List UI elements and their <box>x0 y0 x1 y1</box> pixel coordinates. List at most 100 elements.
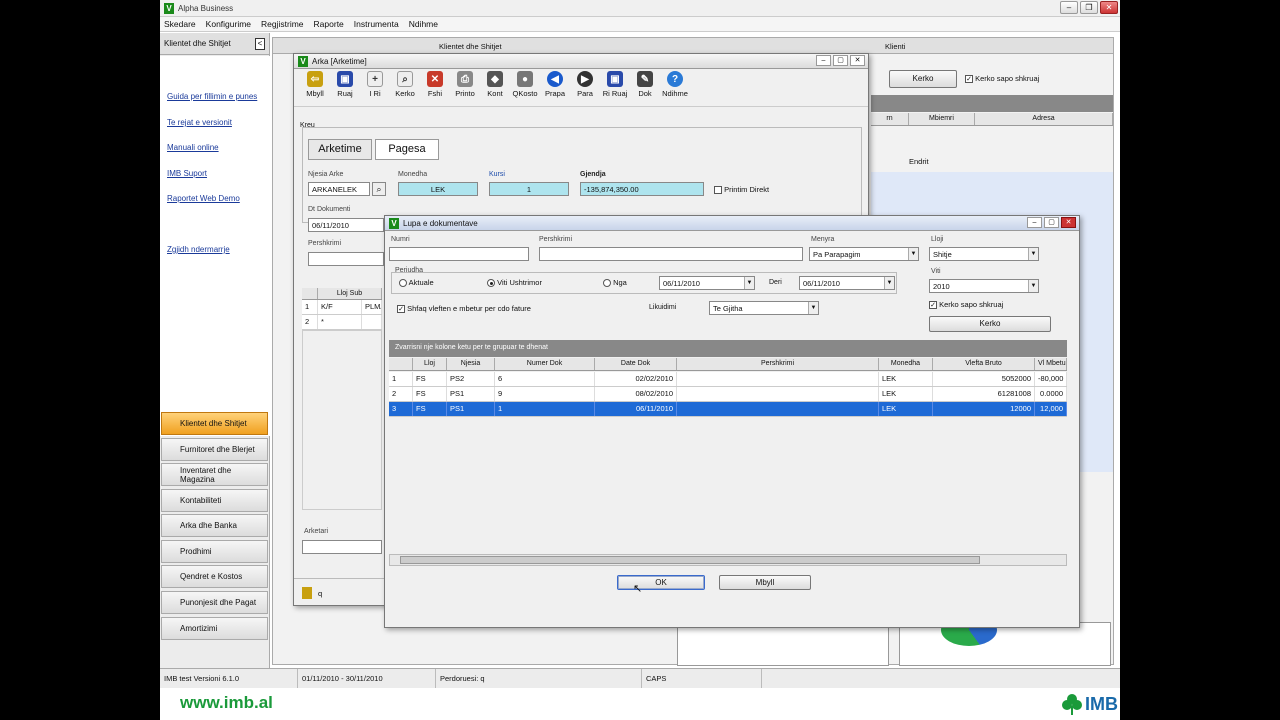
accounting-icon: ◆ <box>487 71 503 87</box>
table-row[interactable]: 3 FS PS1 1 06/11/2010 LEK 12000 12,000 <box>389 402 1067 417</box>
klientet-search-check[interactable]: ✓ Kerko sapo shkruaj <box>965 74 1039 84</box>
arka-close-button[interactable]: ✕ <box>850 55 865 66</box>
menyra-select[interactable]: Pa Parapagim ▼ <box>809 247 919 261</box>
ok-button[interactable]: OK <box>617 575 705 590</box>
col-date-dok[interactable]: Date Dok <box>595 358 677 370</box>
toolbar-ndihme[interactable]: ? Ndihme <box>660 71 690 104</box>
lupa-titlebar: V Lupa e dokumentave – ▢ ✕ <box>385 216 1079 231</box>
toolbar-i-ri[interactable]: + I Ri <box>360 71 390 104</box>
arka-grid-body <box>302 330 382 510</box>
arka-minimize-button[interactable]: – <box>816 55 831 66</box>
scrollbar-thumb[interactable] <box>400 556 980 564</box>
numri-field[interactable] <box>389 247 529 261</box>
nga-date[interactable]: 06/11/2010 ▼ <box>659 276 755 290</box>
viti-select[interactable]: 2010 ▼ <box>929 279 1039 293</box>
toolbar-para[interactable]: ▶ Para <box>570 71 600 104</box>
link-guida[interactable]: Guida per fillimin e punes <box>167 92 257 101</box>
shfaq-vleften-check[interactable]: ✓ Shfaq vleften e mbetur per cdo fature <box>397 304 531 314</box>
tab-arketime[interactable]: Arketime <box>308 139 372 160</box>
toolbar-dok[interactable]: ✎ Dok <box>630 71 660 104</box>
app-titlebar: V Alpha Business – ❐ ✕ <box>160 0 1120 17</box>
maximize-button[interactable]: ❐ <box>1080 1 1098 14</box>
lupa-minimize-button[interactable]: – <box>1027 217 1042 228</box>
nav-kontabiliteti[interactable]: Kontabiliteti <box>161 489 268 512</box>
menu-item-instrumenta[interactable]: Instrumenta <box>354 19 399 29</box>
toolbar-ri-ruaj[interactable]: ▣ Ri Ruaj <box>600 71 630 104</box>
nav-furnitoret[interactable]: Furnitoret dhe Blerjet <box>161 438 268 461</box>
toolbar-mbyll[interactable]: ⇦ Mbyll <box>300 71 330 104</box>
klientet-search-button[interactable]: Kerko <box>889 70 957 88</box>
col-pershkrimi[interactable]: Pershkrimi <box>677 358 879 370</box>
arka-grid-row[interactable]: 2 * <box>302 315 382 330</box>
njesia-search-icon[interactable]: ⌕ <box>372 182 386 196</box>
nav-inventaret[interactable]: Inventaret dhe Magazina <box>161 463 268 486</box>
toolbar-qkosto[interactable]: ● QKosto <box>510 71 540 104</box>
nav-klientet[interactable]: Klientet dhe Shitjet <box>161 412 268 435</box>
link-manuali[interactable]: Manuali online <box>167 143 219 152</box>
group-by-bar[interactable]: Zvarrisni nje kolone ketu per te grupuar… <box>389 340 1067 357</box>
nav-amortizimi[interactable]: Amortizimi <box>161 617 268 640</box>
chevron-down-icon: ▼ <box>884 277 894 289</box>
lupa-close-button[interactable]: ✕ <box>1061 217 1076 228</box>
arka-maximize-button[interactable]: ▢ <box>833 55 848 66</box>
link-zgjidh-ndermarrje[interactable]: Zgjidh ndermarrje <box>167 245 230 254</box>
lloji-select[interactable]: Shitje ▼ <box>929 247 1039 261</box>
dt-dokumenti-label: Dt Dokumenti <box>308 206 351 213</box>
lupa-grid-header: Lloj Njesia Numer Dok Date Dok Pershkrim… <box>389 358 1067 371</box>
menu-item-skedare[interactable]: Skedare <box>164 19 196 29</box>
kursi-field[interactable]: 1 <box>489 182 569 196</box>
nav-prodhimi[interactable]: Prodhimi <box>161 540 268 563</box>
link-te-rejat[interactable]: Te rejat e versionit <box>167 118 232 127</box>
lupa-kerko-button[interactable]: Kerko <box>929 316 1051 332</box>
col-numer-dok[interactable]: Numer Dok <box>495 358 595 370</box>
radio-nga[interactable]: Nga <box>603 278 627 288</box>
lloji-label: Lloji <box>931 236 944 243</box>
pershkrimi-label: Pershkrimi <box>308 240 342 247</box>
menu-item-raporte[interactable]: Raporte <box>314 19 344 29</box>
col-vlefta-bruto[interactable]: Vlefta Bruto <box>933 358 1035 370</box>
minimize-button[interactable]: – <box>1060 1 1078 14</box>
lupa-pershkrimi-field[interactable] <box>539 247 803 261</box>
menu-item-konfigurime[interactable]: Konfigurime <box>206 19 251 29</box>
deri-label: Deri <box>769 279 782 286</box>
menu-item-regjistrime[interactable]: Regjistrime <box>261 19 304 29</box>
col-monedha[interactable]: Monedha <box>879 358 933 370</box>
table-row[interactable]: 1 FS PS2 6 02/02/2010 LEK 5052000 -80,000 <box>389 372 1067 387</box>
nav-arka-banka[interactable]: Arka dhe Banka <box>161 514 268 537</box>
tab-pagesa[interactable]: Pagesa <box>375 139 439 160</box>
radio-aktuale[interactable]: Aktuale <box>399 278 434 288</box>
radio-viti-ushtrimor[interactable]: Viti Ushtrimor <box>487 278 542 288</box>
toolbar-ruaj[interactable]: ▣ Ruaj <box>330 71 360 104</box>
dt-dokumenti-field[interactable]: 06/11/2010 <box>308 218 384 232</box>
col-lloj[interactable]: Lloj <box>413 358 447 370</box>
mbyll-button[interactable]: Mbyll <box>719 575 811 590</box>
link-raportet-web[interactable]: Raportet Web Demo <box>167 194 240 203</box>
toolbar-kerko[interactable]: ⌕ Kerko <box>390 71 420 104</box>
nav-qendret-kostos[interactable]: Qendret e Kostos <box>161 565 268 588</box>
menu-item-ndihme[interactable]: Ndihme <box>409 19 438 29</box>
pershkrimi-field[interactable] <box>308 252 384 266</box>
col-vl-mbetur[interactable]: Vl Mbetur <box>1035 358 1067 370</box>
col-njesia[interactable]: Njesia <box>447 358 495 370</box>
toolbar-fshi[interactable]: ✕ Fshi <box>420 71 450 104</box>
deri-date[interactable]: 06/11/2010 ▼ <box>799 276 895 290</box>
close-button[interactable]: ✕ <box>1100 1 1118 14</box>
collapse-panel-button[interactable]: < <box>255 38 265 50</box>
arka-grid-row[interactable]: 1K/FPLMA <box>302 300 382 315</box>
toolbar-prapa[interactable]: ◀ Prapa <box>540 71 570 104</box>
lupa-kerko-check[interactable]: ✓ Kerko sapo shkruaj <box>929 300 1003 310</box>
arketari-field[interactable] <box>302 540 382 554</box>
likuidimi-select[interactable]: Te Gjitha ▼ <box>709 301 819 315</box>
toolbar-printo[interactable]: ⎙ Printo <box>450 71 480 104</box>
njesia-field[interactable]: ARKANELEK <box>308 182 370 196</box>
printim-direkt-check[interactable]: Printim Direkt <box>714 185 769 195</box>
horizontal-scrollbar[interactable] <box>389 554 1067 566</box>
lupa-maximize-button[interactable]: ▢ <box>1044 217 1059 228</box>
toolbar-kont[interactable]: ◆ Kont <box>480 71 510 104</box>
nav-punonjesit[interactable]: Punonjesit dhe Pagat <box>161 591 268 614</box>
table-row[interactable]: 2 FS PS1 9 08/02/2010 LEK 61281008 0.0000 <box>389 387 1067 402</box>
monedha-field[interactable]: LEK <box>398 182 478 196</box>
table-cell: 61281008 <box>933 387 1035 401</box>
arka-user: q <box>318 589 323 598</box>
link-imb-suport[interactable]: IMB Suport <box>167 169 207 178</box>
